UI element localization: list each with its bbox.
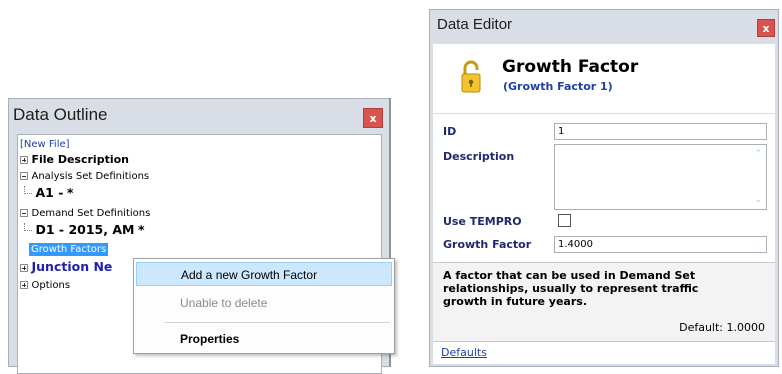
tree-item-demand-set-d1[interactable]: D1 - 2015, AM * (24, 222, 145, 237)
tree-item-file-description-label: File Description (31, 153, 130, 166)
data-outline-close-button[interactable]: x (363, 108, 383, 128)
tree-item-analysis-set-a1-label: A1 - (35, 185, 64, 200)
tree-item-new-file[interactable]: [New File] (20, 137, 70, 150)
growth-factor-label: Growth Factor (443, 238, 532, 251)
scroll-down-icon[interactable]: ⌄ (754, 195, 762, 205)
editor-item-title: Growth Factor (502, 57, 639, 77)
tree-item-analysis-set-definitions[interactable]: Analysis Set Definitions (20, 169, 149, 182)
help-panel: A factor that can be used in Demand Set … (433, 262, 775, 342)
help-default-value: Default: 1.0000 (679, 321, 765, 334)
collapse-minus-icon[interactable] (20, 209, 28, 217)
unlocked-padlock-icon (460, 60, 482, 97)
menu-item-properties[interactable]: Properties (136, 327, 392, 351)
unsaved-star: * (137, 222, 145, 237)
tree-item-new-file-label: [New File] (20, 139, 70, 150)
collapse-minus-icon[interactable] (20, 172, 28, 180)
data-editor-panel: Data Editor x Growth Factor (Growth Fact… (429, 9, 779, 367)
context-menu: Add a new Growth Factor Unable to delete… (133, 258, 395, 354)
tree-item-options-label: Options (31, 280, 71, 291)
editor-header: Growth Factor (Growth Factor 1) (433, 44, 775, 113)
growth-factor-field[interactable]: 1.4000 (554, 236, 767, 253)
editor-item-subtitle: (Growth Factor 1) (503, 80, 613, 93)
menu-item-add-growth-factor[interactable]: Add a new Growth Factor (136, 262, 392, 286)
use-tempro-label: Use TEMPRO (443, 215, 522, 228)
expand-plus-icon[interactable] (20, 264, 28, 272)
tree-item-analysis-set-a1[interactable]: A1 - * (24, 185, 73, 200)
help-text: A factor that can be used in Demand Set … (443, 269, 699, 308)
defaults-link[interactable]: Defaults (441, 346, 487, 359)
menu-item-unable-to-delete: Unable to delete (180, 296, 268, 310)
data-outline-title: Data Outline (13, 105, 108, 124)
tree-item-growth-factors-label: Growth Factors (29, 243, 109, 256)
description-label: Description (443, 150, 515, 163)
expand-plus-icon[interactable] (20, 281, 28, 289)
editor-properties: ID 1 Description ⌃ ⌄ Use TEMPRO Growth F… (433, 114, 775, 364)
tree-item-demand-set-definitions[interactable]: Demand Set Definitions (20, 206, 150, 219)
tree-item-analysis-set-definitions-label: Analysis Set Definitions (31, 171, 150, 182)
tree-connector (24, 223, 32, 231)
tree-item-file-description[interactable]: File Description (20, 153, 129, 166)
id-field[interactable]: 1 (554, 123, 767, 140)
expand-plus-icon[interactable] (20, 156, 28, 164)
unsaved-star: * (66, 185, 74, 200)
menu-separator (164, 322, 390, 323)
data-editor-title: Data Editor (437, 16, 513, 33)
tree-item-junction-network[interactable]: Junction Ne (20, 259, 112, 274)
data-editor-close-button[interactable]: x (757, 19, 775, 37)
tree-item-growth-factors[interactable]: Growth Factors (29, 242, 109, 256)
description-field[interactable]: ⌃ ⌄ (554, 144, 767, 210)
scroll-up-icon[interactable]: ⌃ (754, 149, 762, 159)
tree-item-junction-network-label: Junction Ne (31, 259, 113, 274)
id-label: ID (443, 125, 457, 138)
use-tempro-checkbox[interactable] (558, 214, 571, 227)
tree-item-demand-set-d1-label: D1 - 2015, AM (35, 222, 135, 237)
tree-item-demand-set-definitions-label: Demand Set Definitions (31, 208, 151, 219)
tree-item-options[interactable]: Options (20, 278, 70, 291)
tree-connector (24, 186, 32, 194)
